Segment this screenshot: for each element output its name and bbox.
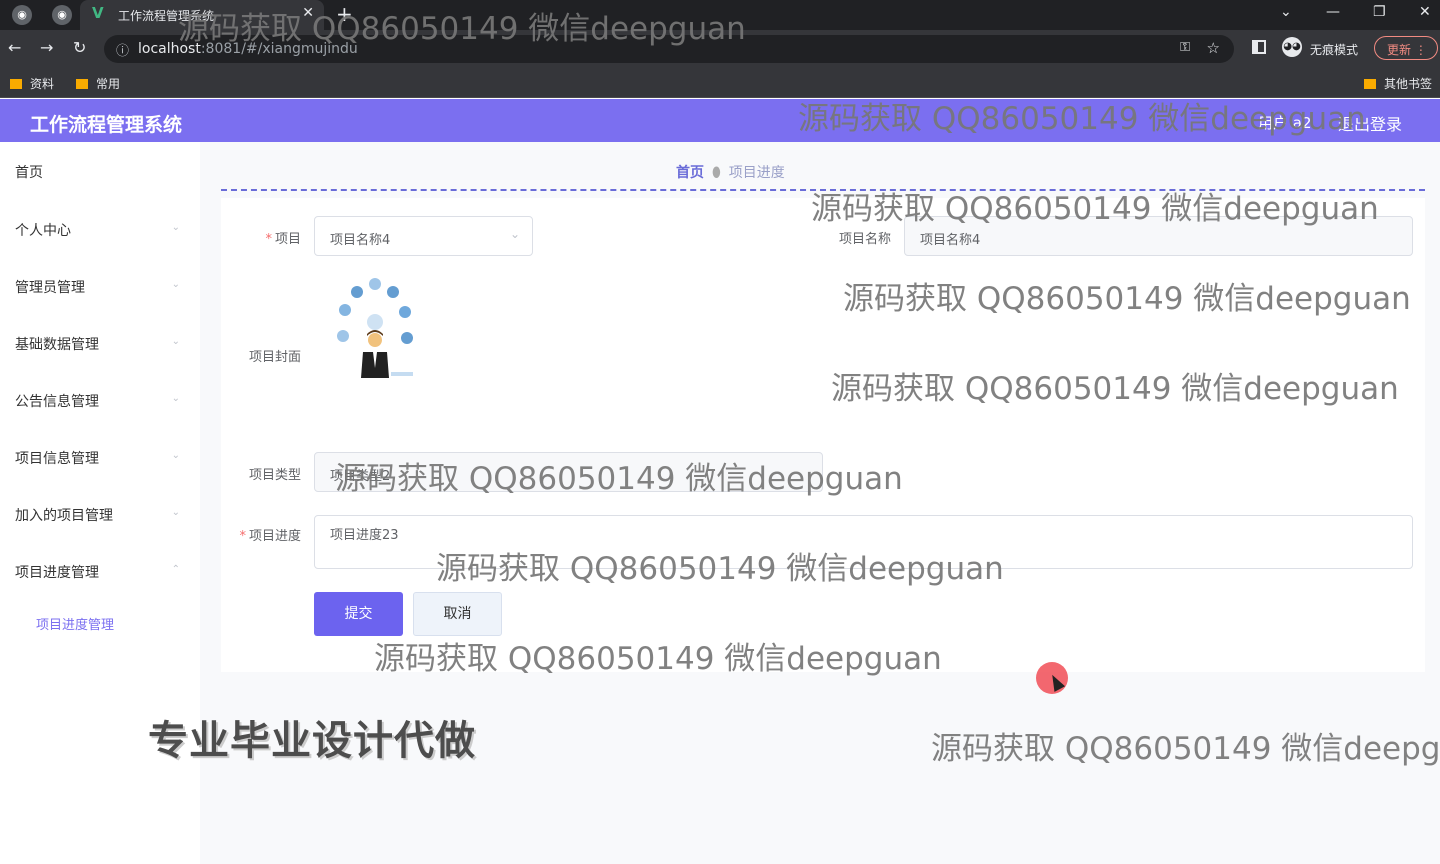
update-button[interactable]: 更新 ⋮	[1374, 36, 1438, 60]
breadcrumb: 首页 ⬮ 项目进度	[676, 162, 785, 182]
new-tab-button[interactable]: +	[336, 2, 353, 26]
bookmark-star-icon[interactable]: ☆	[1207, 39, 1220, 57]
project-cover-label: 项目封面	[248, 350, 301, 365]
folder-icon	[76, 79, 88, 89]
app-title: 工作流程管理系统	[30, 114, 183, 136]
divider	[221, 189, 1425, 191]
project-progress-label: * 项目进度	[239, 529, 301, 544]
chevron-down-icon: ⌄	[171, 336, 180, 347]
logout-button[interactable]: 退出登录	[1338, 111, 1402, 135]
required-mark: *	[239, 529, 246, 544]
close-window-button[interactable]: ✕	[1419, 4, 1431, 20]
folder-icon	[1364, 79, 1376, 89]
browser-tab-strip: ◉ ◉ V 工作流程管理系统 ✕ + ⌄ — ❐ ✕	[0, 0, 1440, 30]
tab-title: 工作流程管理系统	[118, 9, 215, 23]
chevron-down-icon: ⌄	[509, 227, 520, 241]
site-info-icon[interactable]: ⓘ	[116, 40, 129, 59]
reload-icon[interactable]: ↻	[73, 38, 86, 57]
active-browser-tab[interactable]: V 工作流程管理系统 ✕	[80, 0, 324, 30]
chevron-down-icon: ⌄	[171, 222, 180, 233]
tab-search-icon[interactable]: ⌄	[1280, 4, 1292, 20]
sidebar-item-admin[interactable]: 管理员管理 ⌄	[15, 277, 180, 297]
project-name-field[interactable]: 项目名称4	[904, 216, 1413, 256]
back-icon[interactable]: ←	[8, 38, 21, 57]
url-text: localhost:8081/#/xiangmujindu	[138, 41, 358, 57]
pinned-tab-icon[interactable]: ◉	[52, 5, 72, 25]
sidebar-item-notice[interactable]: 公告信息管理 ⌄	[15, 391, 180, 411]
sidebar-item-project-info[interactable]: 项目信息管理 ⌄	[15, 448, 180, 468]
project-name-label: 项目名称	[838, 232, 891, 247]
vue-logo-icon: V	[92, 4, 104, 22]
password-key-icon[interactable]: ⚿	[1180, 40, 1190, 55]
project-type-label: 项目类型	[248, 468, 301, 483]
chevron-down-icon: ⌄	[171, 393, 180, 404]
submit-button[interactable]: 提交	[314, 592, 403, 636]
pinned-tab-icon[interactable]: ◉	[12, 5, 32, 25]
breadcrumb-current: 项目进度	[728, 165, 785, 181]
app-header: 工作流程管理系统 用户 a2 退出登录	[0, 99, 1440, 142]
forward-icon[interactable]: →	[40, 38, 53, 57]
restore-button[interactable]: ❐	[1373, 4, 1386, 20]
side-panel-icon[interactable]	[1252, 40, 1266, 54]
sidebar-item-personal-center[interactable]: 个人中心 ⌄	[15, 220, 180, 240]
cancel-button[interactable]: 取消	[413, 592, 502, 636]
project-label: * 项目	[265, 232, 301, 247]
close-tab-icon[interactable]: ✕	[302, 5, 314, 21]
project-type-field[interactable]: 项目类型2	[314, 452, 823, 492]
other-bookmarks[interactable]: 其他书签	[1364, 75, 1432, 92]
breadcrumb-separator-icon: ⬮	[712, 165, 721, 181]
incognito-icon: ◕◕	[1282, 37, 1302, 57]
browser-toolbar: ← → ↻ ⓘ localhost:8081/#/xiangmujindu ⚿ …	[0, 30, 1440, 68]
chevron-up-icon: ⌃	[171, 564, 180, 575]
bookmark-folder[interactable]: 资料	[10, 75, 54, 92]
incognito-label: 无痕模式	[1310, 43, 1359, 57]
project-cover-image	[337, 278, 413, 378]
bookmark-folder[interactable]: 常用	[76, 75, 120, 92]
promo-overlay: 专业毕业设计代做	[148, 718, 476, 764]
sidebar-item-joined-projects[interactable]: 加入的项目管理 ⌄	[15, 505, 180, 525]
minimize-button[interactable]: —	[1326, 4, 1340, 20]
project-select[interactable]: 项目名称4 ⌄	[314, 216, 533, 256]
current-user: 用户 a2	[1258, 114, 1312, 132]
sidebar-subitem-project-progress[interactable]: 项目进度管理	[36, 614, 114, 633]
folder-icon	[10, 79, 22, 89]
sidebar-item-project-progress[interactable]: 项目进度管理 ⌃	[15, 562, 180, 582]
sidebar-item-base-data[interactable]: 基础数据管理 ⌄	[15, 334, 180, 354]
chevron-down-icon: ⌄	[171, 507, 180, 518]
required-mark: *	[265, 232, 272, 247]
project-progress-textarea[interactable]: 项目进度23	[314, 515, 1413, 569]
breadcrumb-home[interactable]: 首页	[676, 165, 704, 181]
address-bar[interactable]: ⓘ localhost:8081/#/xiangmujindu ⚿ ☆	[104, 35, 1234, 63]
sidebar-item-home[interactable]: 首页	[15, 162, 180, 182]
progress-form: * 项目 项目名称4 ⌄ 项目名称 项目名称4 项目封面 项目类型 项目类型2 * 项…	[221, 198, 1425, 672]
chevron-down-icon: ⌄	[171, 450, 180, 461]
chevron-down-icon: ⌄	[171, 279, 180, 290]
bookmarks-bar: 资料 常用 其他书签	[0, 68, 1440, 98]
